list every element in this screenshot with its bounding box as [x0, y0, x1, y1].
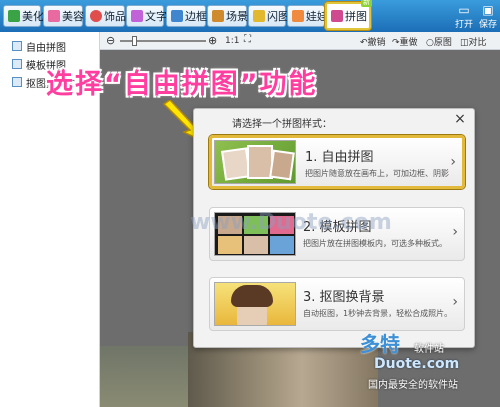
- save-label: 保存: [478, 20, 497, 30]
- watermark-logo-sub: 软件站: [414, 344, 444, 355]
- option-free-collage[interactable]: 1. 自由拼图 把图片随意放在画布上，可加边框、阴影 ›: [209, 135, 465, 189]
- annotation-headline: 选择“自由拼图”功能: [46, 69, 318, 100]
- dialog-title: 请选择一个拼图样式：: [232, 119, 332, 130]
- main-toolbar: 美化 美容 饰品 文字 边框 场景 闪图 娃娃 拼图 新 ▭ 打开 ▣ 保存: [0, 0, 500, 32]
- text-icon: [131, 10, 143, 22]
- close-icon[interactable]: ×: [452, 111, 468, 127]
- sidebar-item-label: 自由拼图: [26, 42, 66, 54]
- background-photo: [100, 346, 188, 407]
- tab-scene[interactable]: 场景: [207, 5, 248, 27]
- flash-icon: [253, 10, 265, 22]
- compare-button[interactable]: ◫对比: [460, 35, 487, 48]
- zoom-in-icon[interactable]: ⊕: [208, 34, 217, 47]
- actual-size-button[interactable]: 1:1: [225, 36, 239, 46]
- free-collage-thumbnail: [214, 140, 296, 184]
- watermark-domain: Duote.com: [374, 356, 460, 372]
- tab-label: 场景: [226, 10, 248, 23]
- tab-label: 美化: [22, 10, 44, 23]
- photo-thumb: [269, 149, 295, 181]
- tab-flash[interactable]: 闪图: [248, 5, 289, 27]
- chevron-right-icon: ›: [450, 154, 456, 170]
- compare-icon: ◫: [460, 38, 469, 48]
- original-icon: ○: [426, 38, 434, 48]
- scene-icon: [212, 10, 224, 22]
- watermark-url: www.Duote.com: [190, 210, 392, 235]
- option-title: 3. 抠图换背景: [303, 290, 385, 305]
- original-button[interactable]: ○原图: [426, 35, 452, 48]
- beauty-icon: [48, 10, 60, 22]
- fit-icon[interactable]: ⛶: [244, 34, 251, 45]
- undo-label: 撤销: [367, 38, 386, 48]
- tab-label: 闪图: [267, 10, 289, 23]
- watermark-slogan: 国内最安全的软件站: [368, 380, 458, 391]
- undo-icon: ↶: [360, 38, 368, 48]
- chevron-right-icon: ›: [452, 224, 458, 240]
- undo-button[interactable]: ↶撤销: [360, 35, 386, 48]
- tab-label: 拼图: [345, 10, 367, 23]
- edit-toolbar: ⊖ ⊕ 1:1 ⛶ ↶撤销 ↷重做 ○原图 ◫对比: [100, 32, 500, 50]
- tab-accessories[interactable]: 饰品: [85, 5, 126, 27]
- tab-text[interactable]: 文字: [126, 5, 167, 27]
- redo-icon: ↷: [392, 38, 400, 48]
- option-description: 自动抠图，1秒钟去背景，轻松合成照片。: [303, 309, 453, 318]
- option-cutout-background[interactable]: 3. 抠图换背景 自动抠图，1秒钟去背景，轻松合成照片。 ›: [209, 277, 465, 331]
- sidebar-item-free-collage[interactable]: 自由拼图: [12, 38, 66, 54]
- new-badge: 新: [361, 0, 372, 7]
- template-collage-icon: [12, 59, 22, 69]
- original-label: 原图: [433, 38, 452, 48]
- option-title: 1. 自由拼图: [305, 150, 374, 165]
- save-icon: ▣: [482, 3, 494, 17]
- compare-label: 对比: [468, 38, 487, 48]
- hair-shape: [231, 285, 273, 307]
- option-description: 把图片随意放在画布上，可加边框、阴影: [305, 169, 449, 178]
- open-button[interactable]: ▭ 打开: [452, 3, 476, 30]
- folder-icon: ▭: [458, 3, 470, 17]
- cutout-thumbnail: [214, 282, 296, 326]
- redo-label: 重做: [399, 38, 418, 48]
- zoom-slider-handle[interactable]: [132, 36, 137, 46]
- cutout-icon: [12, 77, 22, 87]
- tab-beauty[interactable]: 美容: [43, 5, 84, 27]
- tab-label: 饰品: [104, 10, 126, 23]
- doll-icon: [292, 10, 304, 22]
- zoom-out-icon[interactable]: ⊖: [106, 34, 115, 47]
- watermark-logo: 多特: [360, 332, 400, 356]
- save-button[interactable]: ▣ 保存: [476, 3, 500, 30]
- photo-thumb: [270, 236, 294, 254]
- tab-collage[interactable]: 拼图 新: [325, 0, 372, 30]
- heart-icon: [90, 10, 102, 22]
- open-label: 打开: [454, 20, 473, 30]
- tab-beautify[interactable]: 美化: [3, 5, 44, 27]
- option-description: 把图片放在拼图模板内，可选多种板式。: [303, 239, 447, 248]
- beautify-icon: [8, 10, 20, 22]
- tab-label: 边框: [185, 10, 207, 23]
- frame-icon: [171, 10, 183, 22]
- tab-label: 文字: [145, 10, 167, 23]
- collage-icon: [331, 10, 343, 22]
- chevron-right-icon: ›: [452, 294, 458, 310]
- tab-label: 美容: [62, 10, 84, 23]
- photo-thumb: [244, 236, 268, 254]
- tab-frame[interactable]: 边框: [166, 5, 207, 27]
- redo-button[interactable]: ↷重做: [392, 35, 418, 48]
- free-collage-icon: [12, 41, 22, 51]
- photo-thumb: [218, 236, 242, 254]
- tab-doll[interactable]: 娃娃: [287, 5, 328, 27]
